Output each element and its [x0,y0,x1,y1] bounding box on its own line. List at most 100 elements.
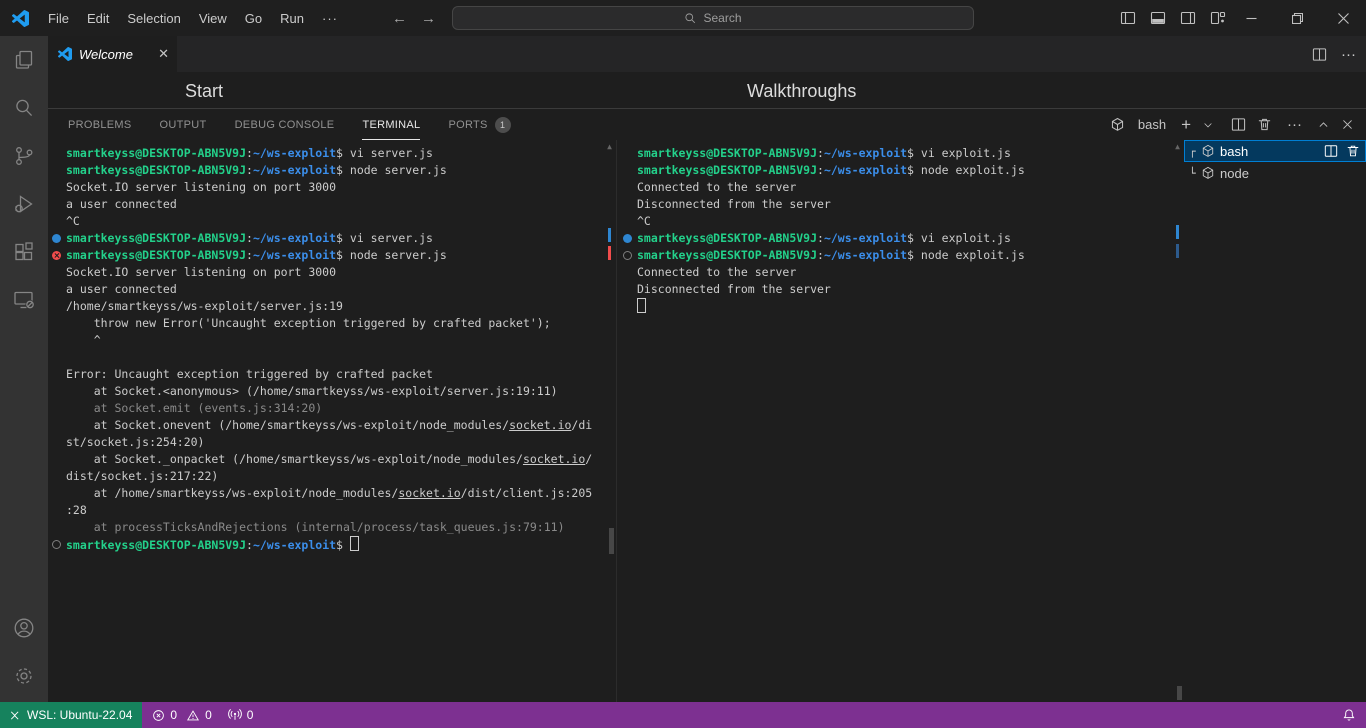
panel-tab-output[interactable]: OUTPUT [160,109,207,140]
layout-customize-icon[interactable] [1210,10,1226,26]
close-icon[interactable] [1320,0,1366,36]
terminal-line: a user connected [66,196,616,213]
problems-status[interactable]: 0 0 [152,708,211,722]
activity-bar [0,36,48,702]
command-success-decoration[interactable] [623,234,632,243]
terminal-profile-icon [1201,166,1215,180]
terminal-toolbar: bash + ··· [1110,109,1354,140]
search-icon [684,12,697,25]
more-icon[interactable]: ··· [1341,47,1356,62]
command-error-decoration[interactable] [52,251,61,260]
command-pending-decoration[interactable] [623,251,632,260]
window-controls [1228,0,1366,36]
terminal-line: dist/socket.js:217:22) [66,468,616,485]
layout-sidebar-icon[interactable] [1120,10,1136,26]
ports-badge: 1 [495,117,511,133]
command-success-decoration[interactable] [52,234,61,243]
menu-[interactable]: ··· [313,11,347,26]
search-placeholder: Search [703,11,741,25]
terminal-pane-bash[interactable]: ▲ smartkeyss@DESKTOP-ABN5V9J:~/ws-exploi… [48,140,616,702]
menu-run[interactable]: Run [271,11,313,26]
layout-secondary-sidebar-icon[interactable] [1180,10,1196,26]
terminal-cursor [637,298,646,313]
panel-header: PROBLEMS OUTPUT DEBUG CONSOLE TERMINAL PORTS… [48,109,1366,140]
debug-icon[interactable] [0,180,48,228]
restore-icon[interactable] [1274,0,1320,36]
terminal-line: a user connected [66,281,616,298]
panel-tab-ports[interactable]: PORTS1 [448,109,510,140]
panel-tab-terminal[interactable]: TERMINAL [362,109,420,140]
kill-terminal-icon[interactable] [1257,117,1272,132]
tab-close-icon[interactable]: ✕ [158,46,169,62]
error-icon [152,709,165,722]
kill-terminal-icon[interactable] [1346,144,1360,158]
scm-icon[interactable] [0,132,48,180]
terminal-line: smartkeyss@DESKTOP-ABN5V9J:~/ws-exploit$ [66,536,616,553]
scrollbar-thumb[interactable] [609,528,614,554]
extensions-icon[interactable] [0,228,48,276]
forward-icon[interactable]: → [421,10,436,27]
terminal-line: smartkeyss@DESKTOP-ABN5V9J:~/ws-exploit$… [66,230,616,247]
split-group-indicator: ┌ [1189,145,1201,158]
terminal-line: Socket.IO server listening on port 3000 [66,179,616,196]
terminal-line: smartkeyss@DESKTOP-ABN5V9J:~/ws-exploit$… [66,162,616,179]
command-pending-decoration[interactable] [52,540,61,549]
terminal-line: smartkeyss@DESKTOP-ABN5V9J:~/ws-exploit$… [637,230,1184,247]
terminal-line: smartkeyss@DESKTOP-ABN5V9J:~/ws-exploit$… [637,162,1184,179]
tab-welcome[interactable]: Welcome ✕ [48,36,178,72]
account-icon[interactable] [0,604,48,652]
ports-status[interactable]: 0 [228,708,254,722]
explorer-icon[interactable] [0,36,48,84]
terminal-line: throw new Error('Uncaught exception trig… [66,315,616,332]
menu-edit[interactable]: Edit [78,11,118,26]
search-box[interactable]: Search [452,6,974,30]
terminal-line [637,298,1184,315]
menu-go[interactable]: Go [236,11,271,26]
search-view-icon[interactable] [0,84,48,132]
panel-tab-label: PROBLEMS [68,119,132,131]
terminal-line: ^ [66,332,616,349]
vscode-logo-icon [12,10,29,27]
remote-indicator[interactable]: WSL: Ubuntu-22.04 [0,702,142,728]
notifications-bell[interactable] [1342,702,1356,728]
bottom-panel: PROBLEMS OUTPUT DEBUG CONSOLE TERMINAL PORTS… [48,108,1366,702]
terminal-list-item-node[interactable]: └node [1184,162,1366,184]
terminal-line: at /home/smartkeyss/ws-exploit/node_modu… [66,485,616,502]
settings-icon[interactable] [0,652,48,700]
remote-explorer-icon[interactable] [0,276,48,324]
split-editor-icon[interactable] [1312,47,1327,62]
terminal-pane-node[interactable]: ▲ smartkeyss@DESKTOP-ABN5V9J:~/ws-exploi… [616,140,1184,702]
terminal-list-item-bash[interactable]: ┌bash [1184,140,1366,162]
panel-tab-debug-console[interactable]: DEBUG CONSOLE [235,109,335,140]
menu-selection[interactable]: Selection [118,11,189,26]
terminal-line: Connected to the server [637,179,1184,196]
terminal-item-actions [1324,144,1360,158]
scrollbar-thumb[interactable] [1177,686,1182,700]
terminal-line: ^C [66,213,616,230]
terminal-line: Socket.IO server listening on port 3000 [66,264,616,281]
terminal-line: smartkeyss@DESKTOP-ABN5V9J:~/ws-exploit$… [637,247,1184,264]
split-terminal-icon[interactable] [1324,144,1338,158]
menu-view[interactable]: View [190,11,236,26]
minimize-icon[interactable] [1228,0,1274,36]
error-count: 0 [170,708,177,722]
panel-tab-problems[interactable]: PROBLEMS [68,109,132,140]
terminal-list: ┌bash└node [1184,140,1366,702]
panel-more-icon[interactable]: ··· [1287,117,1302,132]
maximize-panel-icon[interactable] [1317,118,1330,131]
ports-count: 0 [247,708,254,722]
vscode-window: FileEditSelectionViewGoRun··· ← → Search [0,0,1366,728]
close-panel-icon[interactable] [1341,118,1354,131]
menu-bar: FileEditSelectionViewGoRun··· [39,11,347,26]
dropdown-icon[interactable] [1202,119,1214,131]
back-icon[interactable]: ← [392,10,407,27]
panel-body: ▲ smartkeyss@DESKTOP-ABN5V9J:~/ws-exploi… [48,140,1366,702]
split-terminal-icon[interactable] [1231,117,1246,132]
layout-panel-icon[interactable] [1150,10,1166,26]
editor-actions: ··· [1312,36,1356,72]
terminal-line [66,349,616,366]
new-terminal-icon[interactable]: + [1181,117,1191,132]
panel-tab-label: TERMINAL [362,119,420,131]
menu-file[interactable]: File [39,11,78,26]
remote-label: WSL: Ubuntu-22.04 [27,708,132,722]
